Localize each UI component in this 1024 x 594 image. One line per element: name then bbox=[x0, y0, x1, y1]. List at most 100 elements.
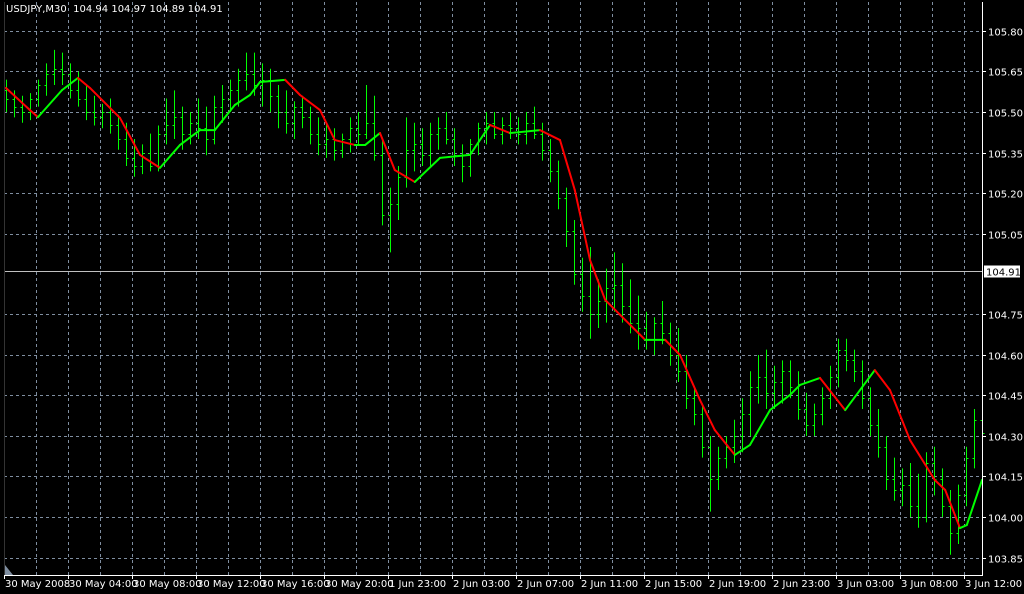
ohlc-bar bbox=[140, 144, 145, 175]
ohlc-bar bbox=[452, 128, 457, 166]
ohlc-bar bbox=[52, 49, 57, 85]
ohlc-bar bbox=[148, 133, 153, 172]
ohlc-bar bbox=[460, 144, 465, 183]
time-tick-label: 1 Jun 23:00 bbox=[389, 579, 446, 590]
price-tick-label: 105.50 bbox=[988, 109, 1023, 120]
moving-average-segment bbox=[769, 393, 791, 412]
ohlc-bar bbox=[156, 125, 161, 172]
ohlc-bar bbox=[356, 112, 361, 145]
time-tick-label: 3 Jun 08:00 bbox=[901, 579, 958, 590]
ohlc-bar bbox=[780, 360, 785, 404]
time-tick-label: 2 Jun 11:00 bbox=[581, 579, 638, 590]
chart-shift-marker-icon bbox=[5, 565, 13, 575]
ohlc-bar bbox=[756, 355, 761, 404]
ohlc-bar bbox=[388, 187, 393, 253]
moving-average-segment bbox=[573, 189, 591, 261]
ohlc-bar bbox=[76, 71, 81, 107]
ohlc-bar bbox=[92, 95, 97, 126]
ohlc-bar bbox=[332, 128, 337, 161]
ohlc-bar bbox=[724, 436, 729, 469]
moving-average-segment bbox=[333, 139, 356, 146]
ohlc-bar bbox=[836, 338, 841, 388]
ohlc-bar bbox=[164, 98, 169, 145]
moving-average-segment bbox=[77, 76, 91, 89]
ohlc-bar bbox=[108, 98, 113, 134]
moving-average-segment bbox=[5, 86, 31, 112]
ohlc-bar bbox=[292, 101, 297, 139]
price-tick-label: 105.20 bbox=[988, 190, 1023, 201]
ohlc-bar bbox=[436, 117, 441, 150]
ohlc-bar bbox=[380, 139, 385, 226]
moving-average-segment bbox=[965, 479, 983, 527]
ohlc-bar bbox=[412, 122, 417, 172]
moving-average-segment bbox=[589, 258, 607, 301]
ohlc-bar bbox=[732, 419, 737, 463]
ohlc-bar bbox=[188, 112, 193, 145]
ohlc-bar bbox=[684, 355, 689, 409]
time-tick-label: 30 May 12:00 bbox=[197, 579, 266, 590]
ohlc-bar bbox=[4, 79, 9, 112]
open-value: 104.94 bbox=[73, 4, 109, 15]
ohlc-bar bbox=[212, 95, 217, 145]
price-tick-label: 104.60 bbox=[988, 352, 1023, 363]
ohlc-bar bbox=[868, 387, 873, 436]
ohlc-bar bbox=[268, 68, 273, 112]
price-tick-label: 104.15 bbox=[988, 473, 1023, 484]
price-tick-label: 105.80 bbox=[988, 28, 1023, 39]
price-tick-label: 103.85 bbox=[988, 555, 1023, 566]
moving-average-segment bbox=[944, 489, 961, 530]
moving-average-segment bbox=[413, 156, 441, 183]
ohlc-bar bbox=[852, 349, 857, 382]
ohlc-bar bbox=[60, 52, 65, 85]
ohlc-bar bbox=[828, 365, 833, 409]
ohlc-bar bbox=[932, 446, 937, 496]
ohlc-bar bbox=[348, 117, 353, 153]
moving-average-segment bbox=[713, 429, 736, 456]
moving-average-segment bbox=[873, 369, 891, 392]
ohlc-bar bbox=[820, 387, 825, 426]
moving-average-segment bbox=[233, 93, 251, 106]
ohlc-bar bbox=[420, 128, 425, 166]
ohlc-bar bbox=[652, 317, 657, 355]
ohlc-bar bbox=[532, 106, 537, 139]
ohlc-bar bbox=[804, 392, 809, 436]
ohlc-bar bbox=[740, 398, 745, 453]
time-tick-label: 30 May 20:00 bbox=[325, 579, 394, 590]
ohlc-bar bbox=[28, 93, 33, 121]
moving-average-segment bbox=[933, 479, 947, 491]
moving-average-segment bbox=[319, 109, 336, 142]
moving-average-segment bbox=[159, 143, 181, 169]
moving-average-segment bbox=[489, 123, 511, 135]
ohlc-bar bbox=[44, 63, 49, 96]
time-tick-label: 2 Jun 03:00 bbox=[453, 579, 510, 590]
moving-average-segment bbox=[624, 318, 647, 341]
ohlc-bar bbox=[100, 103, 105, 129]
ohlc-bar bbox=[428, 122, 433, 166]
ohlc-bar bbox=[276, 85, 281, 129]
moving-average-segment bbox=[559, 139, 576, 192]
moving-average-segment bbox=[959, 524, 968, 530]
moving-average-segment bbox=[749, 409, 771, 446]
price-tick-label: 104.45 bbox=[988, 392, 1023, 403]
moving-average-segment bbox=[664, 338, 681, 356]
ohlc-bar bbox=[636, 295, 641, 350]
ohlc-bar bbox=[572, 220, 577, 285]
time-tick-label: 2 Jun 07:00 bbox=[517, 579, 574, 590]
ohlc-bar bbox=[940, 468, 945, 517]
ohlc-bar bbox=[84, 85, 89, 121]
symbol-label: USDJPY,M30 bbox=[6, 4, 67, 15]
ohlc-bar bbox=[556, 160, 561, 210]
ohlc-bar bbox=[260, 63, 265, 107]
ohlc-bar bbox=[748, 371, 753, 436]
ohlc-bar bbox=[68, 63, 73, 99]
time-tick-label: 30 May 2008 bbox=[5, 579, 70, 590]
time-tick-label: 30 May 04:00 bbox=[69, 579, 138, 590]
moving-average-segment bbox=[37, 89, 63, 119]
ohlc-bar bbox=[548, 139, 553, 183]
time-tick-label: 2 Jun 15:00 bbox=[645, 579, 702, 590]
price-chart[interactable]: 105.80 105.65 105.50 105.35 105.20 105.05 104.… bbox=[0, 0, 1024, 594]
ohlc-bar bbox=[708, 436, 713, 512]
ohlc-bar bbox=[340, 133, 345, 158]
ohlc-bar bbox=[876, 409, 881, 458]
ohlc-bar bbox=[972, 409, 977, 469]
